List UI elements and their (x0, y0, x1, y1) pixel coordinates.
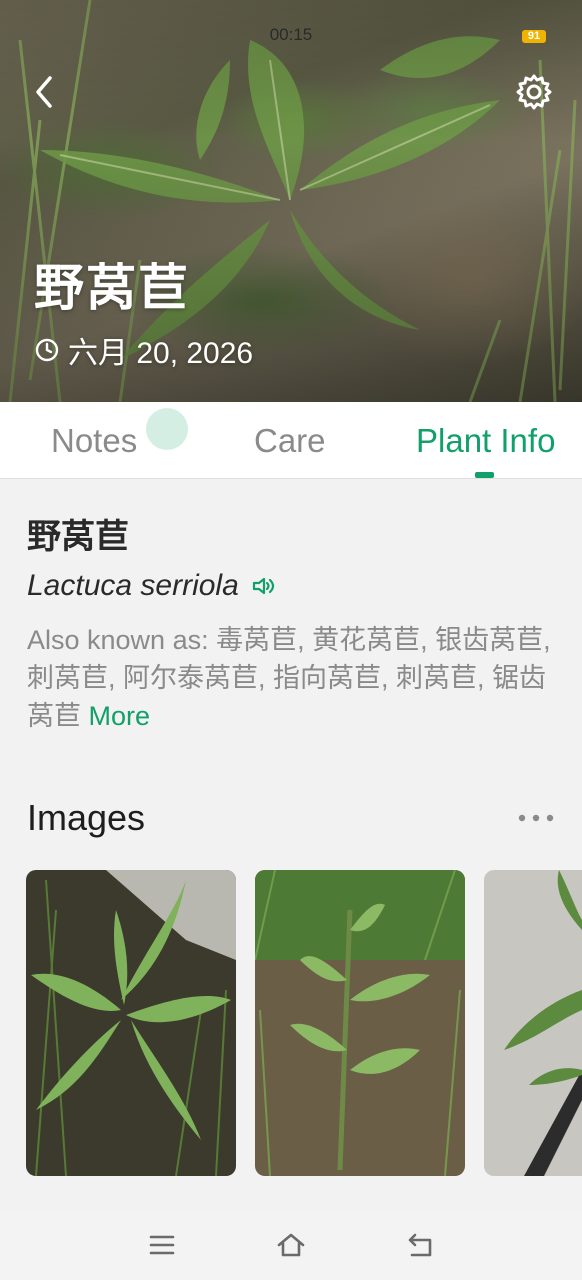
tab-bar: Notes Care Plant Info (0, 402, 582, 479)
status-time: 00:15 (269, 25, 313, 44)
scientific-name-row: Lactuca serriola (27, 569, 277, 603)
clock-icon (35, 338, 59, 362)
menu-icon[interactable] (147, 1230, 177, 1260)
images-heading: Images (27, 797, 146, 838)
date-text: 六月 20, 2026 (68, 337, 254, 370)
gear-icon (516, 74, 552, 110)
scientific-name: Lactuca serriola (27, 569, 239, 602)
touch-ripple (146, 408, 188, 450)
chevron-left-icon (36, 76, 52, 108)
tab-plant-info[interactable]: Plant Info (416, 422, 555, 460)
plant-info-panel: 野莴苣 Lactuca serriola Also known as: 毒莴苣,… (0, 479, 582, 1210)
back-button[interactable] (30, 72, 60, 112)
plant-photo-2[interactable] (255, 870, 465, 1176)
system-nav-bar (0, 1210, 582, 1280)
tab-care[interactable]: Care (254, 422, 326, 460)
plant-photo-2-image (255, 870, 465, 1176)
battery-indicator: 91 (522, 30, 546, 43)
saved-date: 六月 20, 2026 (34, 328, 253, 372)
home-icon[interactable] (276, 1230, 306, 1260)
common-name: 野莴苣 (27, 518, 129, 556)
plant-photo-1-image (26, 870, 236, 1176)
also-known-as: Also known as: 毒莴苣, 黄花莴苣, 银齿莴苣, 刺莴苣, 阿尔泰… (27, 621, 559, 735)
settings-button[interactable] (514, 72, 554, 112)
back-icon[interactable] (405, 1230, 435, 1260)
active-tab-indicator (475, 472, 494, 478)
plant-title: 野莴苣 (34, 260, 190, 316)
plant-photo-1[interactable] (26, 870, 236, 1176)
more-link[interactable]: More (89, 701, 151, 731)
plant-photo-3-image (484, 870, 582, 1176)
tab-notes[interactable]: Notes (51, 422, 137, 460)
speaker-icon[interactable] (251, 575, 277, 597)
plant-photo-3[interactable] (484, 870, 582, 1176)
more-horizontal-icon[interactable] (517, 813, 557, 823)
